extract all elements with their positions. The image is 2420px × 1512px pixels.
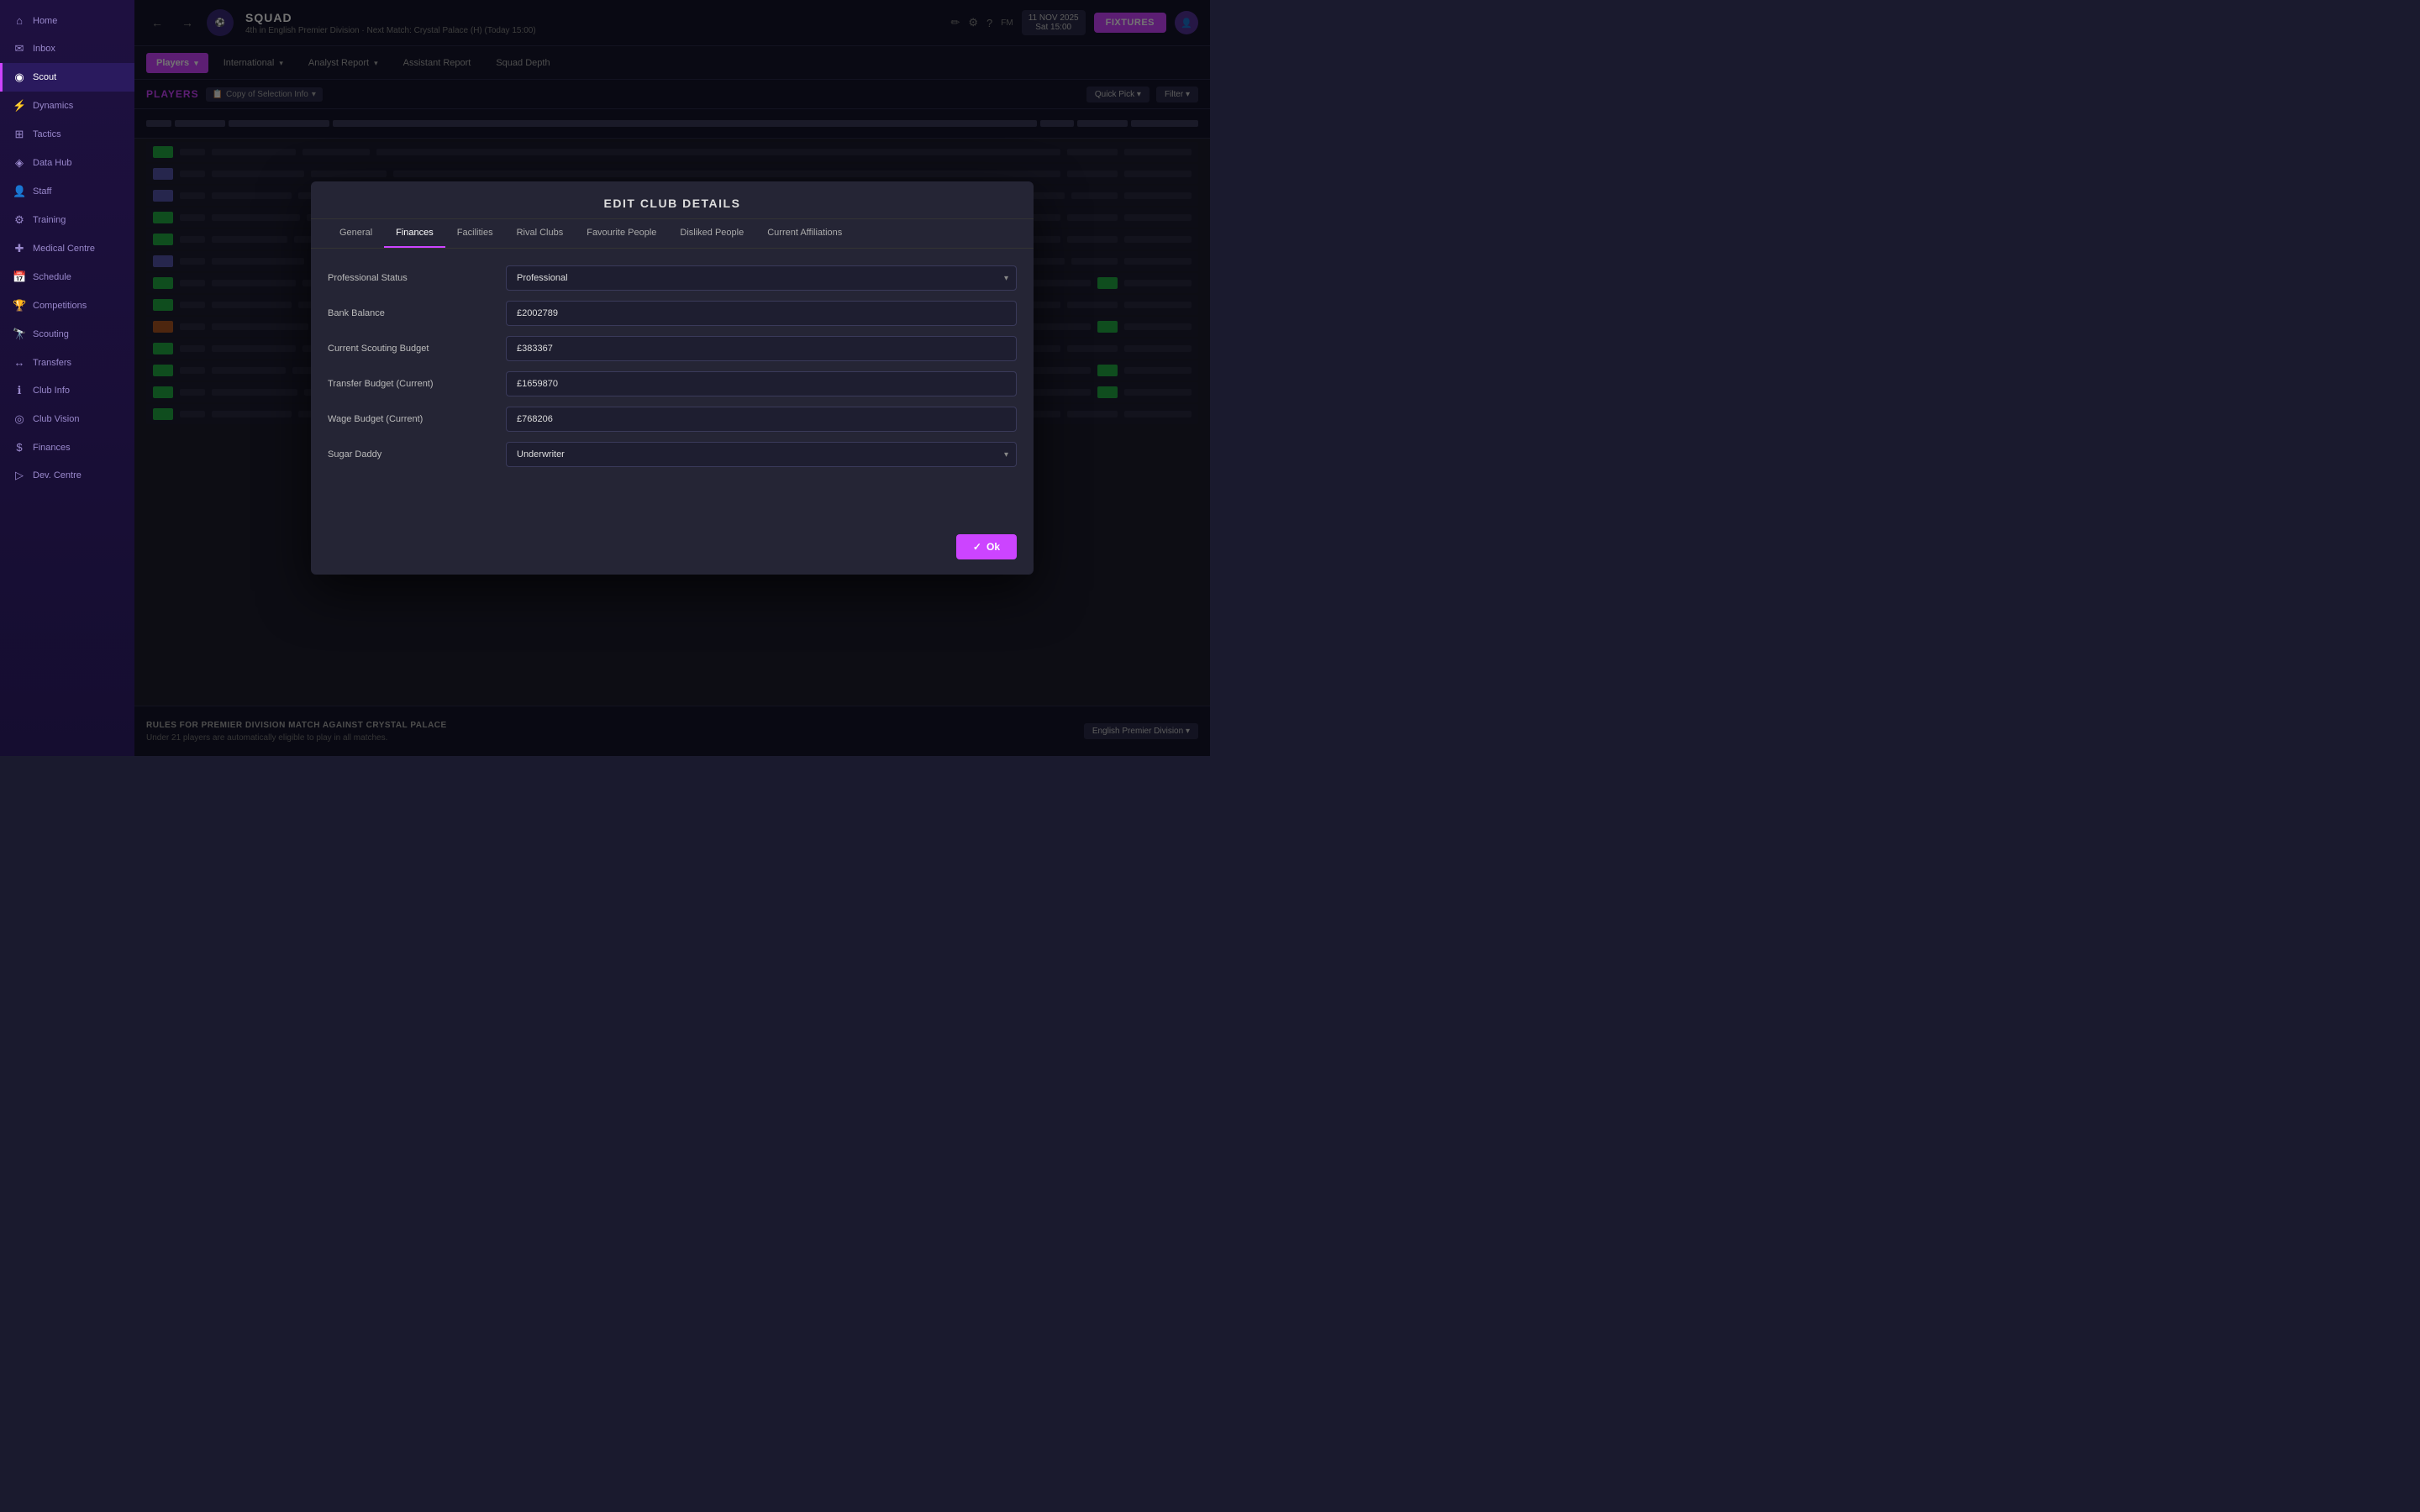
sidebar-item-home[interactable]: ⌂ Home (0, 7, 134, 34)
transfers-icon: ↔ (13, 356, 26, 369)
wage-budget-row: Wage Budget (Current) (328, 407, 1017, 432)
sidebar-item-label: Staff (33, 186, 51, 197)
home-icon: ⌂ (13, 14, 26, 27)
scouting-icon: 🔭 (13, 328, 26, 341)
sugar-daddy-select[interactable]: None Benefactor Underwriter Sugar Daddy (506, 442, 1017, 467)
modal-title: EDIT CLUB DETAILS (311, 181, 1034, 219)
professional-status-select-wrapper: Professional Semi-Professional Amateur ▾ (506, 265, 1017, 291)
transfer-budget-label: Transfer Budget (Current) (328, 379, 496, 389)
sidebar-item-medical[interactable]: ✚ Medical Centre (0, 234, 134, 263)
modal-tab-favourite-people[interactable]: Favourite People (575, 219, 668, 248)
modal-overlay: EDIT CLUB DETAILS General Finances Facil… (134, 0, 1210, 756)
professional-status-select[interactable]: Professional Semi-Professional Amateur (506, 265, 1017, 291)
sidebar-item-competitions[interactable]: 🏆 Competitions (0, 291, 134, 320)
wage-budget-label: Wage Budget (Current) (328, 414, 496, 424)
medical-icon: ✚ (13, 242, 26, 255)
sidebar-item-clubinfo[interactable]: ℹ Club Info (0, 376, 134, 405)
modal-tab-facilities[interactable]: Facilities (445, 219, 505, 248)
finances-icon: $ (13, 441, 26, 454)
bank-balance-row: Bank Balance (328, 301, 1017, 326)
sidebar-item-training[interactable]: ⚙ Training (0, 206, 134, 234)
sidebar-item-label: Transfers (33, 358, 71, 368)
sidebar-item-clubvision[interactable]: ◎ Club Vision (0, 405, 134, 433)
scout-icon: ◉ (13, 71, 26, 84)
tactics-icon: ⊞ (13, 128, 26, 141)
sidebar-item-label: Inbox (33, 44, 55, 54)
sidebar-item-label: Medical Centre (33, 244, 95, 254)
training-icon: ⚙ (13, 213, 26, 227)
sidebar-item-scout[interactable]: ◉ Scout (0, 63, 134, 92)
sidebar-item-label: Schedule (33, 272, 71, 282)
modal-tab-rival-clubs[interactable]: Rival Clubs (505, 219, 576, 248)
clubvision-icon: ◎ (13, 412, 26, 426)
bank-balance-label: Bank Balance (328, 308, 496, 318)
sidebar: ⌂ Home ✉ Inbox ◉ Scout ⚡ Dynamics ⊞ Tact… (0, 0, 134, 756)
ok-button[interactable]: ✓ Ok (956, 534, 1017, 559)
devcentre-icon: ▷ (13, 469, 26, 482)
sidebar-item-dynamics[interactable]: ⚡ Dynamics (0, 92, 134, 120)
sidebar-item-devcentre[interactable]: ▷ Dev. Centre (0, 461, 134, 490)
clubinfo-icon: ℹ (13, 384, 26, 397)
staff-icon: 👤 (13, 185, 26, 198)
sidebar-item-inbox[interactable]: ✉ Inbox (0, 34, 134, 63)
inbox-icon: ✉ (13, 42, 26, 55)
sidebar-item-tactics[interactable]: ⊞ Tactics (0, 120, 134, 149)
modal-tab-disliked-people[interactable]: Disliked People (668, 219, 755, 248)
sidebar-item-schedule[interactable]: 📅 Schedule (0, 263, 134, 291)
sidebar-item-label: Training (33, 215, 66, 225)
sidebar-item-finances[interactable]: $ Finances (0, 433, 134, 461)
modal-tab-finances[interactable]: Finances (384, 219, 445, 248)
sidebar-item-label: Club Info (33, 386, 70, 396)
dynamics-icon: ⚡ (13, 99, 26, 113)
scouting-budget-row: Current Scouting Budget (328, 336, 1017, 361)
sidebar-item-label: Dynamics (33, 101, 73, 111)
competitions-icon: 🏆 (13, 299, 26, 312)
sidebar-item-staff[interactable]: 👤 Staff (0, 177, 134, 206)
modal-tabs: General Finances Facilities Rival Clubs … (311, 219, 1034, 249)
main-content: ← → ⚽ SQUAD 4th in English Premier Divis… (134, 0, 1210, 756)
sidebar-item-label: Scouting (33, 329, 69, 339)
scouting-budget-label: Current Scouting Budget (328, 344, 496, 354)
sidebar-item-label: Competitions (33, 301, 87, 311)
professional-status-label: Professional Status (328, 273, 496, 283)
sugar-daddy-select-wrapper: None Benefactor Underwriter Sugar Daddy … (506, 442, 1017, 467)
sidebar-item-label: Dev. Centre (33, 470, 82, 480)
datahub-icon: ◈ (13, 156, 26, 170)
sidebar-item-label: Club Vision (33, 414, 79, 424)
scouting-budget-input[interactable] (506, 336, 1017, 361)
professional-status-row: Professional Status Professional Semi-Pr… (328, 265, 1017, 291)
sidebar-item-transfers[interactable]: ↔ Transfers (0, 349, 134, 376)
transfer-budget-input[interactable] (506, 371, 1017, 396)
schedule-icon: 📅 (13, 270, 26, 284)
sidebar-item-label: Home (33, 16, 57, 26)
sugar-daddy-label: Sugar Daddy (328, 449, 496, 459)
modal-footer: ✓ Ok (311, 534, 1034, 575)
sugar-daddy-row: Sugar Daddy None Benefactor Underwriter … (328, 442, 1017, 467)
bank-balance-input[interactable] (506, 301, 1017, 326)
modal-tab-general[interactable]: General (328, 219, 384, 248)
edit-club-details-modal: EDIT CLUB DETAILS General Finances Facil… (311, 181, 1034, 575)
checkmark-icon: ✓ (973, 541, 981, 553)
wage-budget-input[interactable] (506, 407, 1017, 432)
modal-body: Professional Status Professional Semi-Pr… (311, 249, 1034, 534)
modal-tab-current-affiliations[interactable]: Current Affiliations (755, 219, 854, 248)
transfer-budget-row: Transfer Budget (Current) (328, 371, 1017, 396)
sidebar-item-label: Tactics (33, 129, 61, 139)
sidebar-item-label: Finances (33, 443, 71, 453)
sidebar-item-datahub[interactable]: ◈ Data Hub (0, 149, 134, 177)
sidebar-item-scouting[interactable]: 🔭 Scouting (0, 320, 134, 349)
sidebar-item-label: Scout (33, 72, 56, 82)
sidebar-item-label: Data Hub (33, 158, 71, 168)
